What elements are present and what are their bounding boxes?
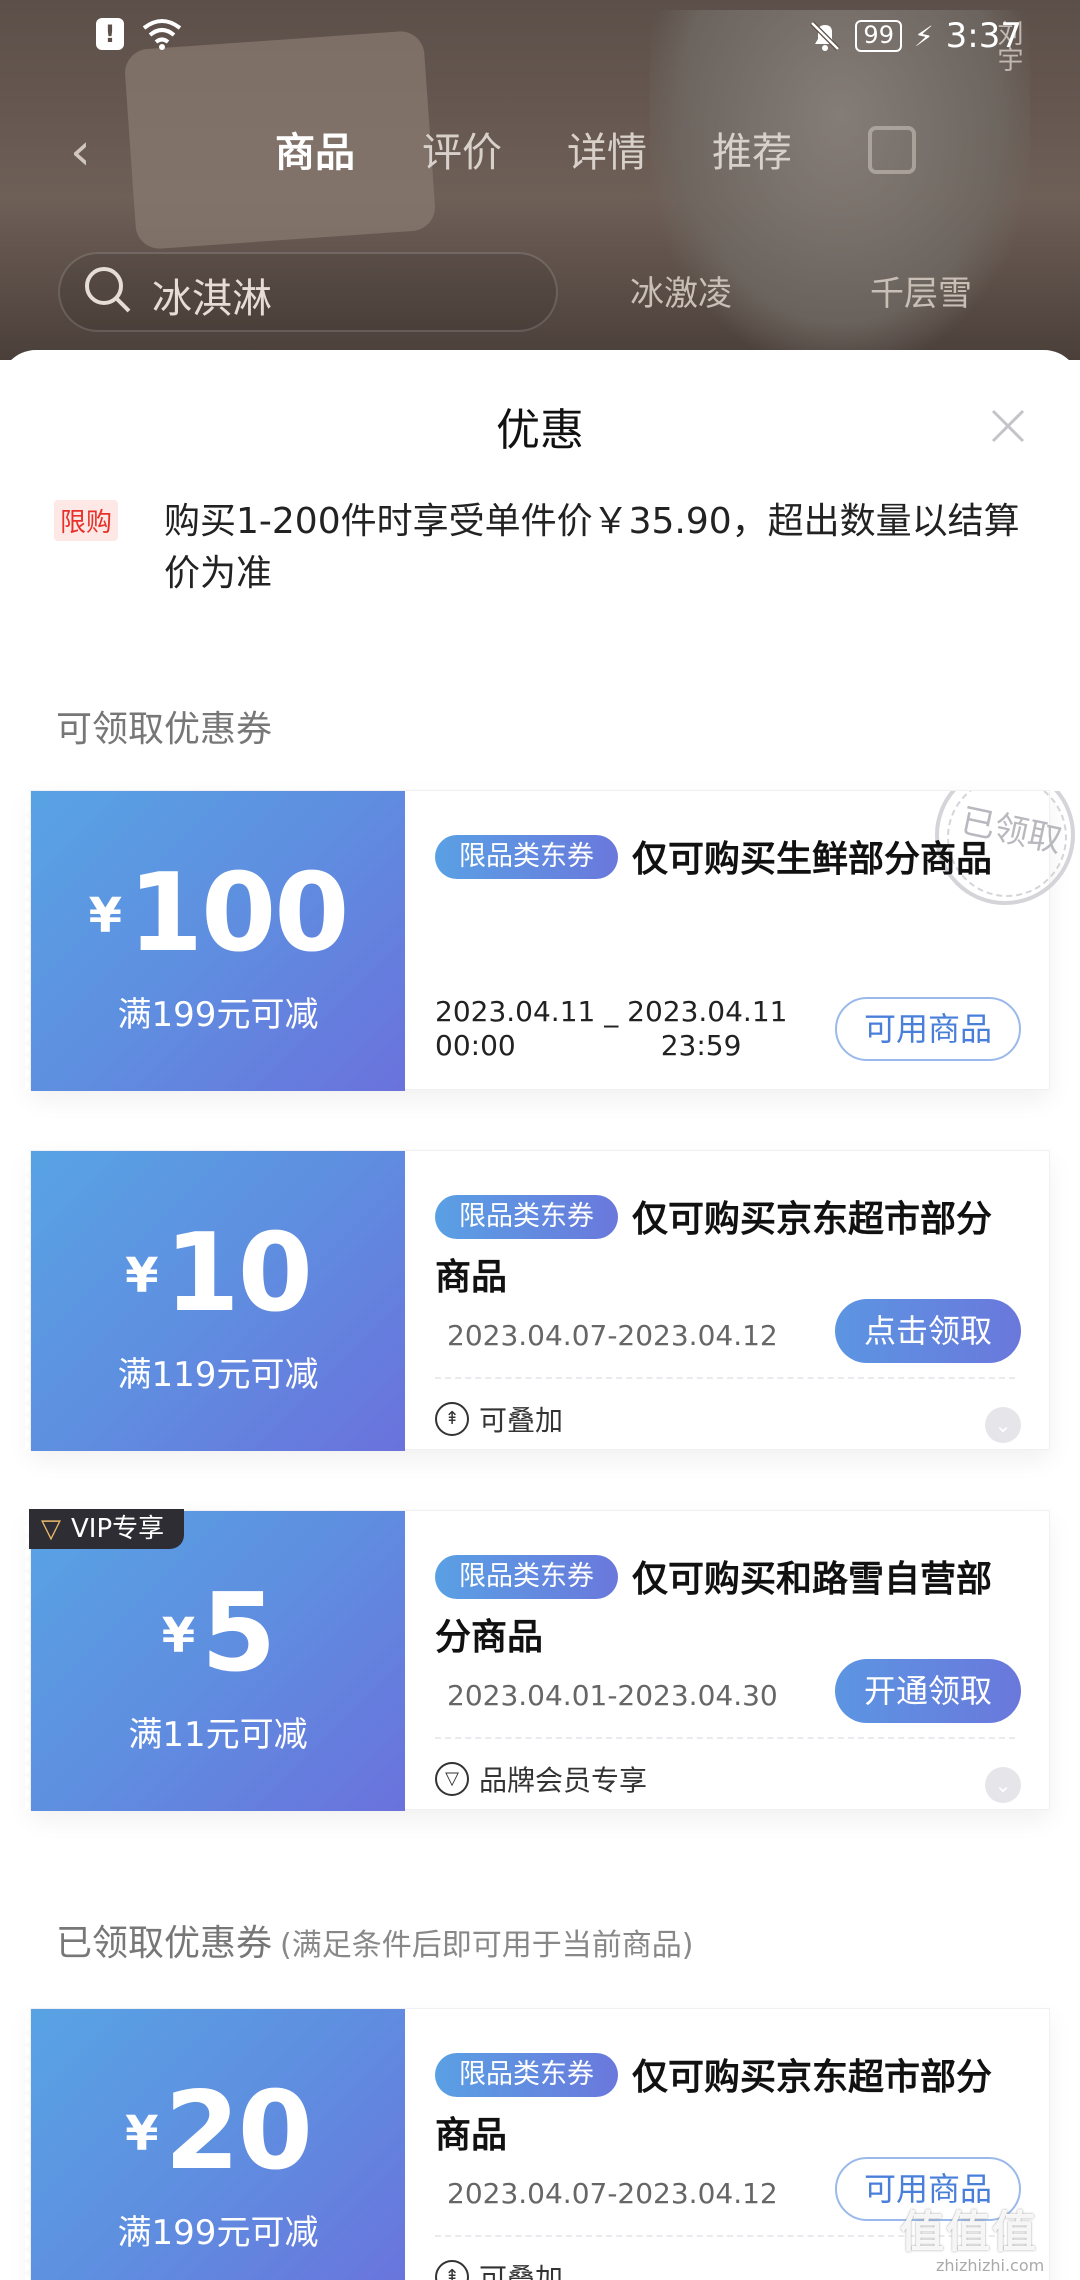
currency-symbol: ¥ [125,2106,159,2162]
coupon-amount: 5 [201,1571,276,1696]
coupon-condition: 满199元可减 [117,995,319,1035]
time-end: 23:59 [660,1029,742,1062]
stackable-icon: ⇞ [435,2260,469,2280]
coupon-title: 限品类东券 仅可购买京东超市部分商品 [435,2049,995,2165]
vip-icon: ▽ [41,1514,61,1544]
chevron-down-icon[interactable]: ⌄ [985,1407,1021,1443]
coupon-value-panel: ¥10 满119元可减 [25,1151,405,1451]
date-start: 2023.04.11 [435,995,596,1028]
coupon-title: 限品类东券 仅可购买生鲜部分商品 [435,831,995,889]
coupon-value-panel: ¥20 满199元可减 [25,2009,405,2280]
status-bar: ! 99 ⚡ 3:37 [0,0,1080,72]
chevron-down-icon[interactable]: ⌄ [985,1767,1021,1803]
coupon-validity: 2023.04.11 _ 2023.04.11 00:00 23:59 [435,995,787,1063]
coupon-card: ¥100 满199元可减 已领取 限品类东券 仅可购买生鲜部分商品 2023.04… [25,790,1075,1091]
coupon-card: ¥10 满119元可减 限品类东券 仅可购买京东超市部分商品 2023.04.07… [25,1150,1051,1451]
coupon-footer-text: 品牌会员专享 [479,1764,648,1797]
tab-reviews[interactable]: 评价 [422,120,502,178]
battery-indicator: 99 [855,20,902,52]
tab-recommend[interactable]: 推荐 [712,120,792,178]
watermark-logo: 值值值 [900,2207,1038,2258]
currency-symbol: ¥ [125,1248,159,1304]
search-chip[interactable]: 千层雪 [870,266,972,315]
coupon-title: 限品类东券 仅可购买京东超市部分商品 [435,1191,995,1307]
coupon-condition: 满199元可减 [117,2213,319,2253]
watermark-url: zhizhizhi.com [936,2256,1045,2275]
search-icon [85,267,131,313]
limit-badge: 限购 [54,500,119,541]
coupon-footer: ▽ 品牌会员专享 [435,1759,647,1799]
coupon-title: 限品类东券 仅可购买和路雪自营部分商品 [435,1551,995,1667]
search-row: 冰淇淋 冰激凌 千层雪 [0,252,1080,332]
coupon-footer: ⇞ 可叠加 [435,1399,563,1439]
coupon-info-panel: 限品类东券 仅可购买京东超市部分商品 2023.04.07-2023.04.12 … [405,1151,1051,1451]
date-separator: _ [604,995,619,1028]
coupon-footer-text: 可叠加 [479,1404,564,1437]
coupon-tag: 限品类东券 [435,835,618,879]
member-icon: ▽ [435,1762,469,1796]
coupon-tag: 限品类东券 [435,1555,618,1599]
coupon-condition: 满11元可减 [128,1715,308,1755]
alert-icon: ! [96,18,124,50]
search-chip[interactable]: 冰激凌 [630,266,732,315]
vip-badge-text: VIP专享 [71,1514,165,1544]
stackable-icon: ⇞ [435,1402,469,1436]
coupon-info-panel: 已领取 限品类东券 仅可购买生鲜部分商品 2023.04.11 _ 2023.04… [405,791,1075,1091]
coupon-date-range: 2023.04.07-2023.04.12 [447,2177,778,2210]
sheet-title: 优惠 [496,405,584,456]
tab-details[interactable]: 详情 [567,120,647,178]
coupon-date-range: 2023.04.01-2023.04.30 [447,1679,778,1712]
join-and-claim-button[interactable]: 开通领取 [835,1659,1021,1723]
coupon-tag: 限品类东券 [435,2053,618,2097]
coupon-footer: ⇞ 可叠加 [435,2257,563,2280]
coupon-card: ¥20 满199元可减 限品类东券 仅可购买京东超市部分商品 2023.04.07… [25,2008,1050,2280]
coupon-date-range: 2023.04.07-2023.04.12 [447,1319,778,1352]
limit-description: 购买1-200件时享受单件价￥35.90，超出数量以结算价为准 [164,501,1020,594]
clock: 3:37 [945,16,1022,56]
charging-icon: ⚡ [913,19,934,53]
coupon-footer-text: 可叠加 [479,2262,564,2280]
time-start: 00:00 [435,1029,516,1062]
promotions-sheet: 优惠 限购 购买1-200件时享受单件价￥35.90，超出数量以结算价为准 可领… [0,350,1080,2280]
currency-symbol: ¥ [161,1608,196,1664]
product-nav-tabs: ‹ 商品 评价 详情 推荐 [0,118,1080,188]
section-claimed-title: 已领取优惠券 [56,1923,273,1964]
search-query: 冰淇淋 [152,276,272,322]
coupon-amount: 20 [164,2069,313,2194]
coupon-amount: 10 [164,1211,313,1336]
mute-bell-icon [810,21,841,51]
wifi-icon [142,19,182,50]
currency-symbol: ¥ [88,888,122,944]
section-claimed-note: (满足条件后即可用于当前商品) [280,1928,694,1963]
available-products-button[interactable]: 可用商品 [835,997,1021,1061]
coupon-title-text: 仅可购买生鲜部分商品 [632,839,993,880]
date-end: 2023.04.11 [627,995,788,1028]
section-available-coupons: 可领取优惠券 [56,709,273,750]
coupon-amount: 100 [127,851,349,976]
coupon-tag: 限品类东券 [435,1195,618,1239]
divider [435,1737,1015,1739]
section-claimed-coupons: 已领取优惠券 (满足条件后即可用于当前商品) [56,1914,693,1966]
divider [435,1377,1015,1379]
coupon-value-panel: ¥5 满11元可减 [25,1511,405,1811]
product-page-backdrop[interactable]: 刘宇 ! 99 ⚡ 3:37 ‹ 商品 评价 详情 推荐 冰淇淋 冰激凌 千层雪 [0,0,1080,360]
coupon-card: ▽ VIP专享 ¥5 满11元可减 限品类东券 仅可购买和路雪自营部分商品 2023… [25,1509,1051,1811]
close-icon[interactable] [988,406,1028,446]
tab-product[interactable]: 商品 [275,120,355,178]
back-arrow-icon[interactable]: ‹ [70,122,91,182]
coupon-value-panel: ¥100 满199元可减 [25,791,405,1091]
coupon-condition: 满119元可减 [117,1355,319,1395]
claim-coupon-button[interactable]: 点击领取 [835,1299,1021,1363]
coupon-info-panel: 限品类东券 仅可购买和路雪自营部分商品 2023.04.01-2023.04.30… [405,1511,1051,1811]
share-icon[interactable] [868,126,916,174]
vip-badge: ▽ VIP专享 [29,1509,185,1549]
